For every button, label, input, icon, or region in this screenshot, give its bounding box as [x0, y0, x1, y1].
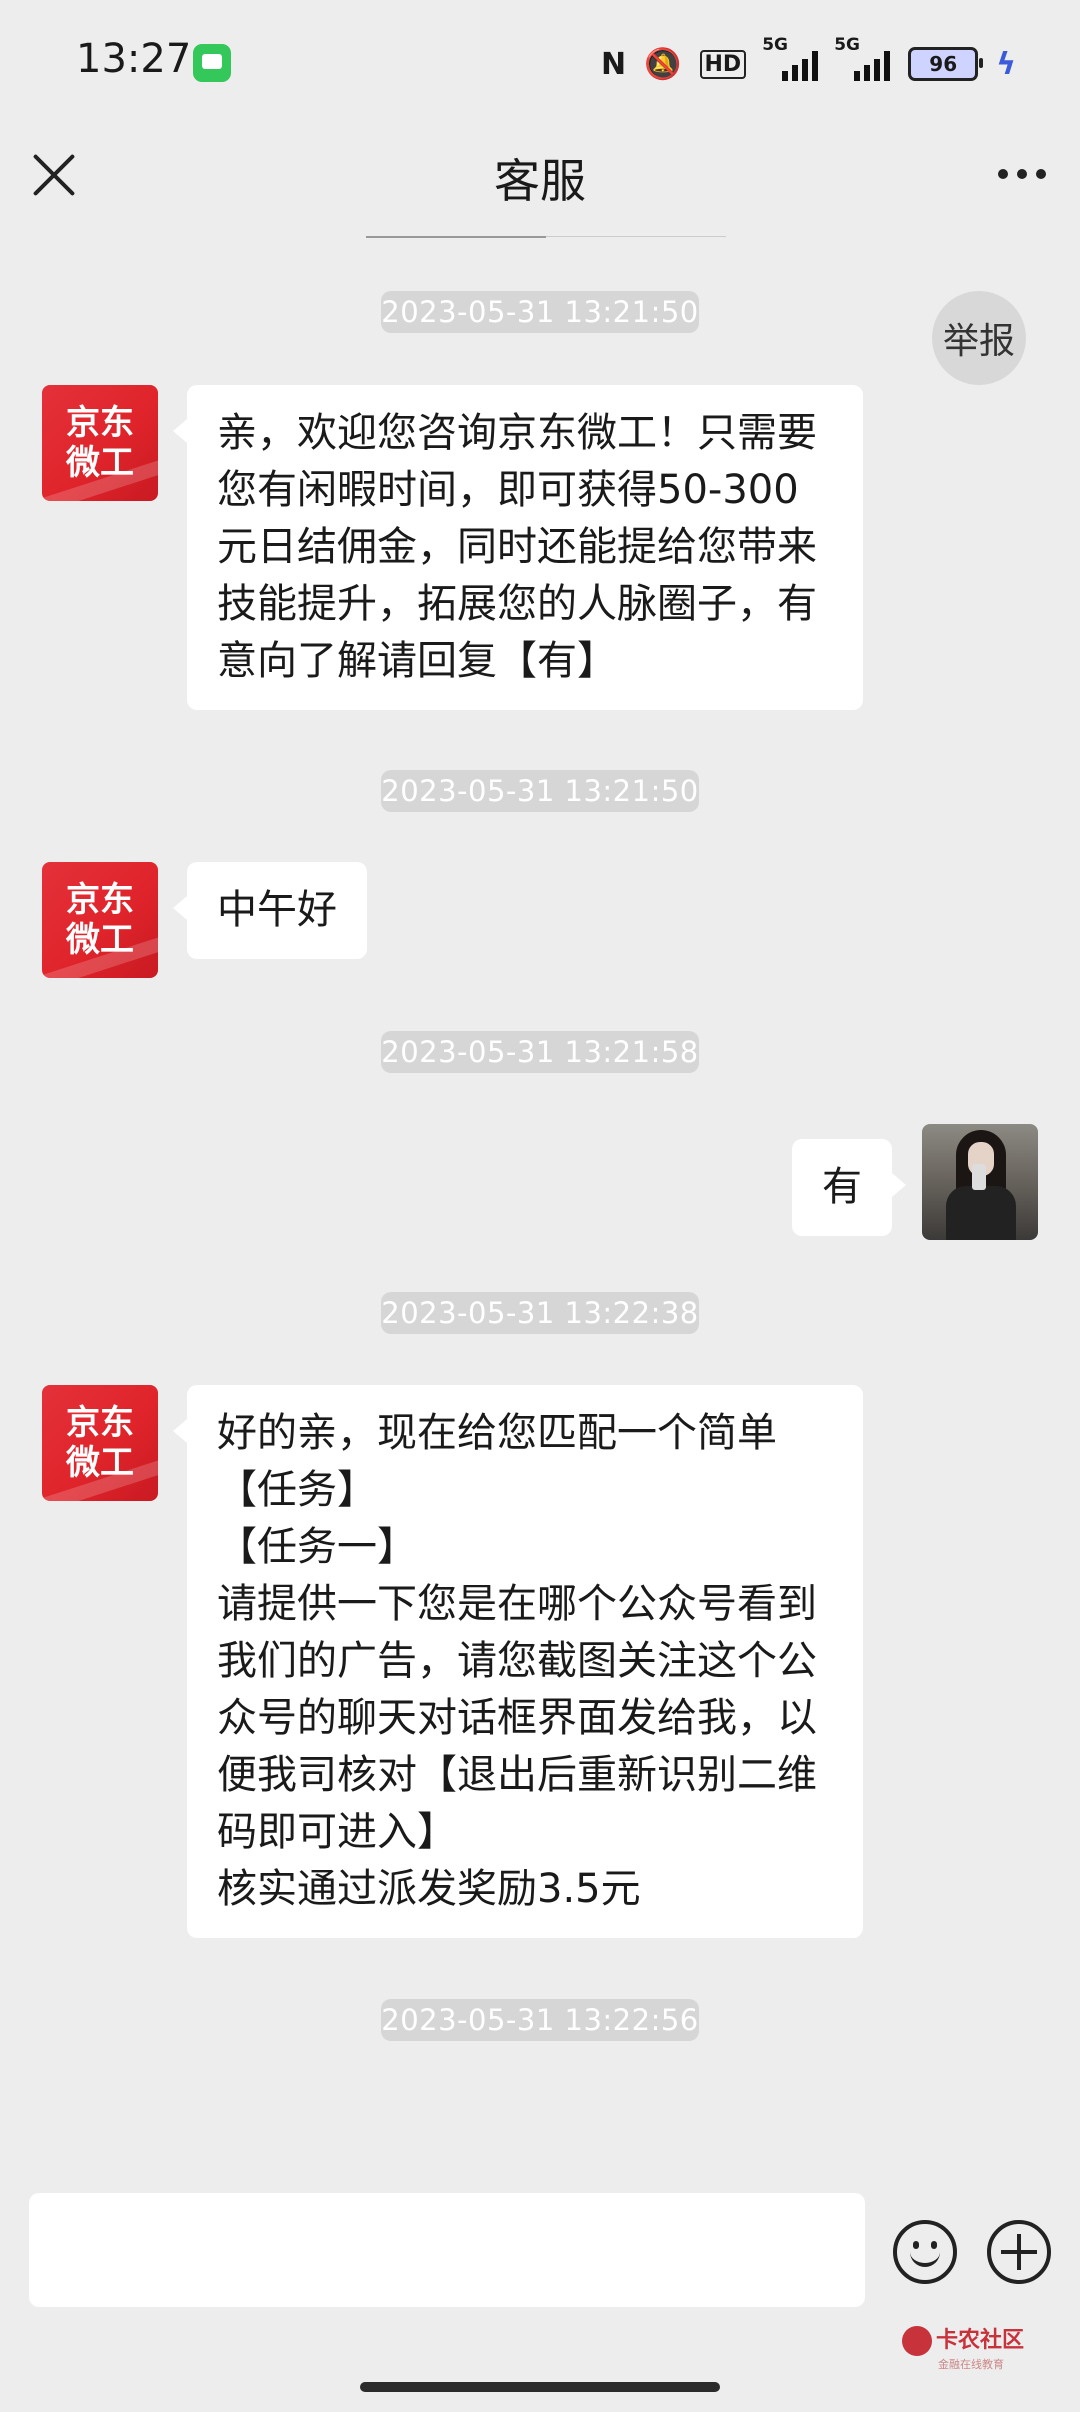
more-options-icon[interactable]: [998, 169, 1046, 179]
signal-2-icon: 5G: [834, 35, 891, 81]
chat-header: 客服: [0, 125, 1080, 237]
message-input[interactable]: [29, 2193, 865, 2307]
incoming-message[interactable]: 亲，欢迎您咨询京东微工！只需要您有闲暇时间，即可获得50-300元日结佣金，同时…: [173, 385, 863, 710]
nfc-icon: N: [601, 46, 627, 82]
incoming-message[interactable]: 好的亲，现在给您匹配一个简单 【任务】 【任务一】 请提供一下您是在哪个公众号看…: [173, 1385, 863, 1938]
hd-voice-icon: HD: [699, 49, 747, 79]
messages-notification-icon: [193, 44, 231, 82]
watermark-logo: 卡农社区 金融在线教育: [902, 2322, 1024, 2372]
incoming-message[interactable]: 中午好: [173, 862, 367, 959]
avatar-text: 京东: [66, 403, 134, 443]
timestamp: 2023-05-31 13:21:50: [381, 770, 699, 812]
input-bar: [0, 2170, 1080, 2412]
service-avatar[interactable]: 京东 微工: [42, 862, 158, 978]
signal-1-icon: 5G: [762, 35, 819, 81]
timestamp: 2023-05-31 13:21:58: [381, 1031, 699, 1073]
mute-bell-icon: 🔕: [644, 46, 682, 82]
home-indicator[interactable]: [360, 2382, 720, 2392]
service-avatar[interactable]: 京东 微工: [42, 385, 158, 501]
avatar-text: 京东: [66, 880, 134, 920]
add-attachment-icon[interactable]: [987, 2220, 1051, 2284]
header-divider-light: [546, 236, 726, 237]
battery-icon: 96: [908, 47, 984, 81]
report-button[interactable]: 举报: [932, 291, 1026, 385]
avatar-text: 微工: [66, 1443, 134, 1483]
timestamp: 2023-05-31 13:22:38: [381, 1292, 699, 1334]
avatar-text: 京东: [66, 1403, 134, 1443]
clock: 13:27: [76, 36, 192, 82]
header-divider: [366, 236, 546, 238]
outgoing-message[interactable]: 有: [792, 1139, 906, 1236]
status-icons: N 🔕 HD 5G 5G 96 ϟ: [601, 35, 1016, 86]
avatar-text: 微工: [66, 443, 134, 483]
avatar-text: 微工: [66, 920, 134, 960]
timestamp: 2023-05-31 13:22:56: [381, 1999, 699, 2041]
emoji-icon[interactable]: [893, 2220, 957, 2284]
charging-icon: ϟ: [996, 46, 1016, 82]
page-title: 客服: [494, 154, 586, 208]
service-avatar[interactable]: 京东 微工: [42, 1385, 158, 1501]
user-avatar[interactable]: [922, 1124, 1038, 1240]
status-bar: 13:27 N 🔕 HD 5G 5G 96 ϟ: [0, 0, 1080, 125]
timestamp: 2023-05-31 13:21:50: [381, 291, 699, 333]
